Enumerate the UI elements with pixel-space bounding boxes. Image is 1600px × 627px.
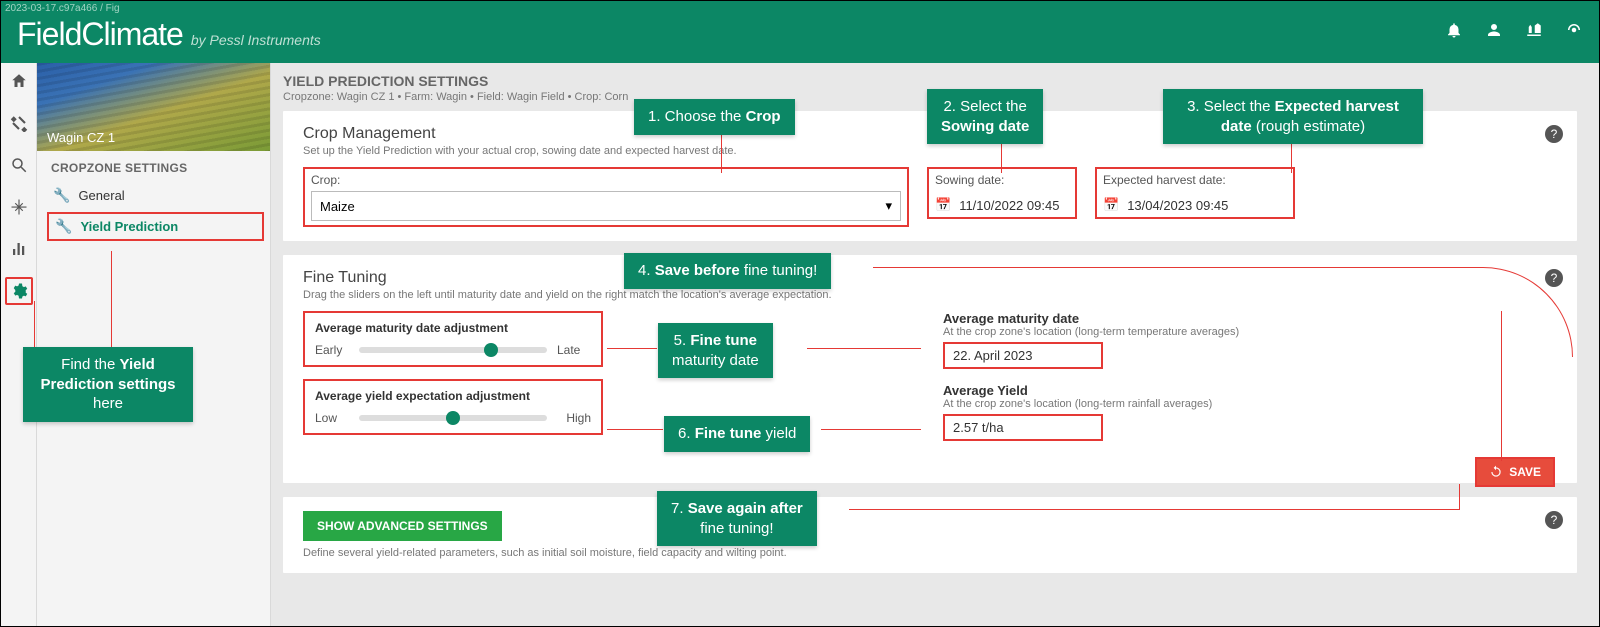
sidebar-label-yield: Yield Prediction — [80, 219, 178, 234]
bell-icon[interactable] — [1445, 21, 1463, 44]
save-button[interactable]: SAVE — [1475, 457, 1555, 487]
cropzone-name: Wagin CZ 1 — [47, 130, 115, 145]
maturity-high: Late — [557, 343, 591, 357]
app-header: 2023-03-17.c97a466 / Fig FieldClimate by… — [1, 1, 1599, 63]
brand-main: FieldClimate — [17, 16, 183, 53]
callout-2: 2. Select the Sowing date — [927, 89, 1043, 144]
help-icon[interactable]: ? — [1545, 511, 1563, 529]
callout-6: 6. Fine tune yield — [664, 416, 810, 452]
avg-maturity-value: 22. April 2023 — [943, 342, 1103, 369]
harvest-group: Expected harvest date: 📅 13/04/2023 09:4… — [1095, 167, 1295, 219]
panel-fine-tuning: ? Fine Tuning Drag the sliders on the le… — [283, 255, 1577, 483]
annotation-line — [821, 429, 921, 430]
crop-value: Maize — [320, 199, 355, 214]
save-label: SAVE — [1509, 465, 1541, 479]
avg-yield-title: Average Yield — [943, 383, 1557, 398]
brand: FieldClimate by Pessl Instruments — [17, 16, 321, 53]
crop-select[interactable]: Maize ▾ — [311, 191, 901, 221]
annotation-line — [807, 348, 921, 349]
sidebar: Wagin CZ 1 CROPZONE SETTINGS 🔧 General 🔧… — [37, 63, 271, 626]
callout-3: 3. Select the Expected harvest date (rou… — [1163, 89, 1423, 144]
crop-label: Crop: — [311, 173, 901, 187]
show-advanced-button[interactable]: SHOW ADVANCED SETTINGS — [303, 511, 502, 541]
yield-slider-label: Average yield expectation adjustment — [315, 389, 591, 403]
annotation-line — [1459, 484, 1460, 510]
home-icon[interactable] — [5, 67, 33, 95]
callout-4: 4. Save before fine tuning! — [624, 253, 831, 289]
farm-icon[interactable] — [1525, 21, 1543, 44]
yield-slider[interactable] — [359, 415, 547, 421]
user-icon[interactable] — [1485, 21, 1503, 44]
annotation-line — [607, 429, 663, 430]
version-tag: 2023-03-17.c97a466 / Fig — [5, 3, 120, 14]
irrigation-icon[interactable] — [5, 193, 33, 221]
wrench-icon: 🔧 — [53, 187, 70, 204]
help-icon[interactable]: ? — [1545, 125, 1563, 143]
zoom-icon[interactable] — [5, 151, 33, 179]
help-icon[interactable]: ? — [1545, 269, 1563, 287]
main-content: YIELD PREDICTION SETTINGS Cropzone: Wagi… — [271, 63, 1599, 626]
ft-title: Fine Tuning — [303, 269, 1557, 287]
harvest-label: Expected harvest date: — [1103, 173, 1287, 187]
refresh-icon — [1489, 465, 1503, 479]
sowing-input[interactable]: 📅 11/10/2022 09:45 — [935, 191, 1069, 213]
annotation-line — [873, 267, 1433, 268]
annotation-line — [111, 251, 112, 347]
sidebar-item-yield[interactable]: 🔧 Yield Prediction — [47, 212, 264, 241]
annotation-line — [849, 509, 1459, 510]
harvest-input[interactable]: 📅 13/04/2023 09:45 — [1103, 191, 1287, 213]
yield-low: Low — [315, 411, 349, 425]
advanced-sub: Define several yield-related parameters,… — [303, 547, 1557, 559]
yield-high: High — [557, 411, 591, 425]
wrench-icon: 🔧 — [55, 218, 72, 235]
sidebar-label-general: General — [78, 188, 124, 203]
maturity-slider-block: Average maturity date adjustment Early L… — [303, 311, 603, 367]
annotation-line — [34, 301, 35, 347]
sidebar-item-general[interactable]: 🔧 General — [37, 181, 270, 210]
callout-7: 7. Save again after fine tuning! — [657, 491, 817, 546]
harvest-value: 13/04/2023 09:45 — [1127, 198, 1228, 213]
avg-yield-value: 2.57 t/ha — [943, 414, 1103, 441]
signal-icon[interactable] — [1565, 21, 1583, 44]
page-title: YIELD PREDICTION SETTINGS — [283, 73, 1577, 89]
calendar-icon: 📅 — [1103, 197, 1119, 213]
brand-sub: by Pessl Instruments — [191, 32, 321, 48]
chart-icon[interactable] — [5, 235, 33, 263]
annotation-line — [721, 129, 722, 173]
cm-sub: Set up the Yield Prediction with your ac… — [303, 145, 1557, 157]
ft-sub: Drag the sliders on the left until matur… — [303, 289, 1557, 301]
satellite-icon[interactable] — [5, 109, 33, 137]
callout-5: 5. Fine tune maturity date — [658, 323, 773, 378]
callout-find-settings: Find the Yield Prediction settings here — [23, 347, 193, 422]
cropzone-hero[interactable]: Wagin CZ 1 — [37, 63, 270, 151]
sowing-value: 11/10/2022 09:45 — [959, 198, 1059, 213]
yield-slider-block: Average yield expectation adjustment Low… — [303, 379, 603, 435]
crop-select-group: Crop: Maize ▾ — [303, 167, 909, 227]
sowing-label: Sowing date: — [935, 173, 1069, 187]
maturity-low: Early — [315, 343, 349, 357]
sidebar-section-title: CROPZONE SETTINGS — [37, 151, 270, 181]
header-actions — [1445, 21, 1583, 44]
annotation-line — [607, 348, 657, 349]
maturity-slider[interactable] — [359, 347, 547, 353]
calendar-icon: 📅 — [935, 197, 951, 213]
chevron-down-icon: ▾ — [885, 198, 892, 214]
avg-yield-sub: At the crop zone's location (long-term r… — [943, 398, 1557, 410]
callout-1: 1. Choose the Crop — [634, 99, 795, 135]
sowing-group: Sowing date: 📅 11/10/2022 09:45 — [927, 167, 1077, 219]
maturity-slider-label: Average maturity date adjustment — [315, 321, 591, 335]
icon-rail — [1, 63, 37, 626]
settings-icon[interactable] — [5, 277, 33, 305]
